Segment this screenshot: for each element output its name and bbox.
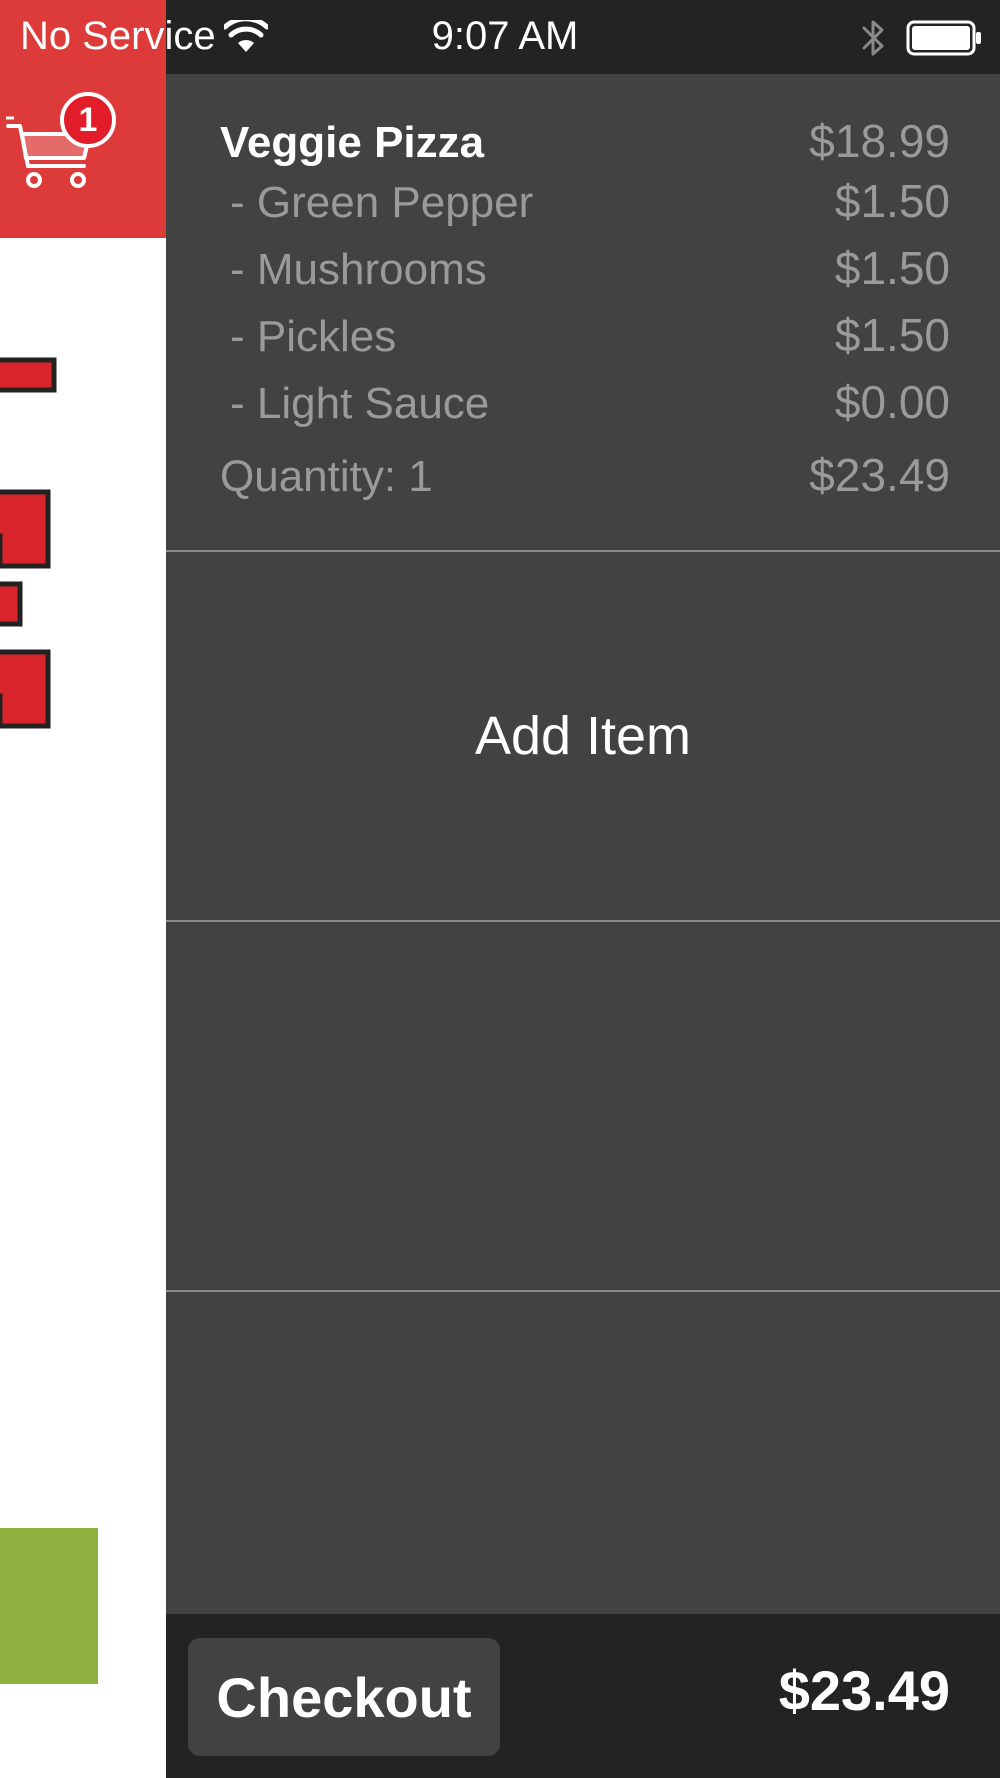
modifier-price: $1.50 [834, 242, 950, 294]
item-subtotal: $23.49 [809, 449, 950, 501]
quantity-row: Quantity: 1 $23.49 [220, 448, 950, 502]
add-item-button[interactable]: Add Item [166, 552, 1000, 922]
battery-icon [906, 20, 981, 56]
cart-panel: Veggie Pizza $18.99 - Green Pepper $1.50… [166, 74, 1000, 1778]
modifier-price: $1.50 [834, 309, 950, 361]
checkout-footer: Checkout $23.49 [166, 1614, 1000, 1778]
add-item-label: Add Item [474, 706, 692, 766]
item-name: Veggie Pizza [220, 118, 485, 167]
modifier-row: - Pickles $1.50 [220, 308, 950, 362]
modifier-row: - Light Sauce $0.00 [220, 375, 950, 429]
quantity-label: Quantity: 1 [220, 452, 433, 501]
modifier-name: - Light Sauce [230, 379, 490, 428]
item-price: $18.99 [809, 115, 950, 167]
status-bar: No Service 9:07 AM [0, 0, 1000, 74]
bluetooth-icon [862, 20, 884, 56]
menu-background-panel[interactable]: 1 [0, 0, 166, 1778]
modifier-row: - Mushrooms $1.50 [220, 241, 950, 295]
order-total: $23.49 [778, 1659, 950, 1722]
modifier-name: - Mushrooms [230, 245, 487, 294]
app-screen: 1 No Service 9:07 AM Veggie Pizza $18.99… [0, 0, 1000, 1778]
carrier-label: No Service [20, 14, 216, 58]
modifier-name: - Green Pepper [230, 178, 534, 227]
wifi-icon [224, 20, 268, 52]
clock: 9:07 AM [431, 14, 579, 58]
logo-fragment [0, 357, 57, 729]
checkout-button[interactable]: Checkout [188, 1638, 500, 1756]
cart-item[interactable]: Veggie Pizza $18.99 - Green Pepper $1.50… [166, 74, 1000, 552]
modifier-name: - Pickles [230, 312, 397, 361]
cart-header[interactable]: 1 [0, 74, 166, 238]
item-header-row: Veggie Pizza $18.99 [220, 114, 950, 168]
modifier-price: $1.50 [834, 175, 950, 227]
modifier-price: $0.00 [834, 376, 950, 428]
modifier-row: - Green Pepper $1.50 [220, 174, 950, 228]
cart-count-badge: 1 [60, 92, 116, 148]
empty-cart-row [166, 922, 1000, 1292]
menu-category-tile[interactable] [0, 1528, 98, 1684]
